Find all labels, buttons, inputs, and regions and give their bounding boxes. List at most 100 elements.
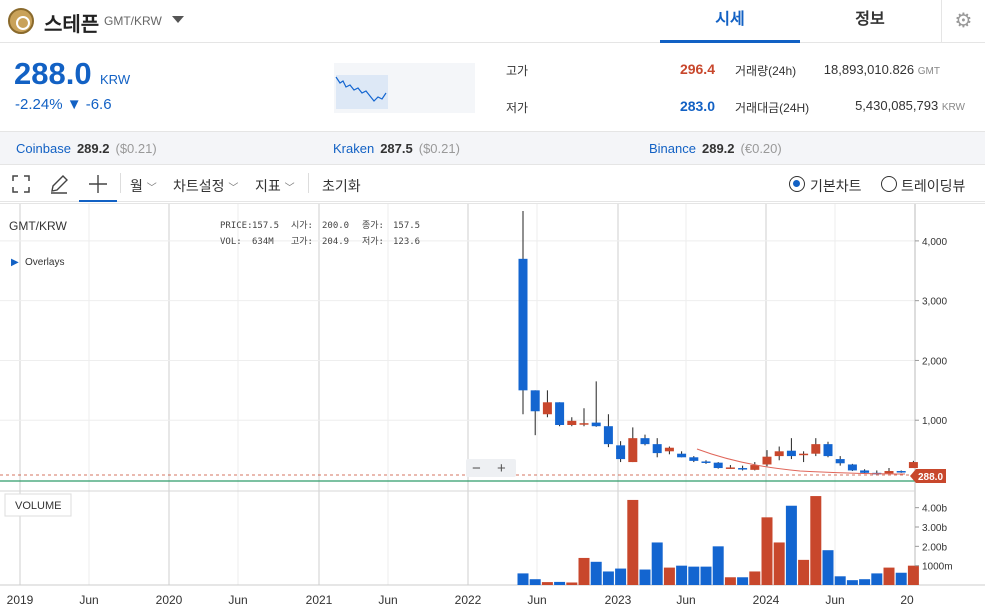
pencil-icon[interactable]: [49, 174, 69, 194]
x-tick-label: 2023: [605, 593, 632, 607]
info-high: 204.9: [322, 237, 349, 247]
candle-body: [847, 464, 857, 471]
exchange-diff: (€0.20): [740, 141, 782, 156]
coin-name[interactable]: 스테픈: [44, 8, 99, 37]
exchange-kraken[interactable]: Kraken 287.5 ($0.21): [333, 141, 460, 156]
exchange-coinbase[interactable]: Coinbase 289.2 ($0.21): [16, 141, 157, 156]
candle-body: [689, 457, 699, 461]
exchange-price: 289.2: [76, 141, 110, 156]
volume-bar: [907, 565, 919, 585]
zoom-out-button[interactable]: −: [472, 460, 481, 477]
candle-body: [640, 438, 650, 445]
chart-area[interactable]: GMT/KRW ▶ Overlays PRICE: 157.5 시가: 200.…: [0, 203, 985, 616]
price-change: -2.24% ▼ -6.6: [15, 96, 112, 113]
price-tag-label: 288.0: [918, 472, 943, 483]
y-tick-label: 2,000: [922, 356, 947, 367]
interval-label: 월: [130, 178, 143, 194]
chevron-down-icon: ﹀: [146, 183, 157, 194]
coin-logo-icon: [8, 8, 34, 34]
candle-body: [835, 459, 845, 464]
candle-body: [579, 423, 589, 425]
interval-select[interactable]: 월 ﹀: [130, 176, 157, 196]
volume-bar: [676, 565, 688, 585]
candle-body: [786, 450, 796, 457]
current-price: 288.0: [14, 56, 92, 91]
info-open-label: 시가:: [291, 220, 313, 231]
mini-chart-highlight: [336, 75, 388, 109]
chevron-down-icon[interactable]: [172, 16, 184, 23]
tradingview-radio[interactable]: [881, 176, 897, 192]
info-price: 157.5: [252, 221, 279, 231]
low-label: 저가: [506, 101, 529, 115]
volume-bar: [590, 561, 602, 585]
chart-toolbar: 월 ﹀ 차트설정 ﹀ 지표 ﹀ 초기화 기본차트 트레이딩뷰: [0, 164, 985, 202]
volume-tick-label: 2.00b: [922, 542, 947, 553]
info-low-label: 저가:: [362, 236, 384, 247]
toolbar-divider: [120, 173, 121, 193]
volume-bar: [895, 572, 907, 585]
volume-value: 18,893,010.826 GMT: [790, 62, 940, 77]
candle-body: [628, 438, 638, 463]
candle-body: [884, 471, 894, 474]
overlays-label[interactable]: Overlays: [25, 257, 64, 268]
price-unit: KRW: [100, 72, 131, 87]
volume-bar: [602, 571, 614, 585]
volume-bar: [554, 581, 566, 585]
volume-bar: [859, 579, 871, 585]
coin-pair[interactable]: GMT/KRW: [104, 14, 162, 28]
candle-body: [616, 445, 626, 460]
volume-bar: [578, 557, 590, 585]
y-tick-label: 1,000: [922, 416, 947, 427]
volume-bar: [627, 499, 639, 585]
reset-button[interactable]: 초기화: [322, 176, 361, 196]
volume-bars: [517, 496, 919, 585]
tab-info[interactable]: 정보: [800, 0, 940, 43]
change-amount: ▼ -6.6: [66, 96, 112, 113]
volume-bar: [810, 496, 822, 585]
basic-chart-label[interactable]: 기본차트: [810, 176, 862, 196]
price-chart[interactable]: GMT/KRW ▶ Overlays PRICE: 157.5 시가: 200.…: [0, 203, 985, 616]
info-close: 157.5: [393, 221, 420, 231]
overlays-toggle-icon[interactable]: ▶: [11, 257, 19, 268]
info-vol: 634M: [252, 237, 274, 247]
high-value: 296.4: [679, 61, 715, 77]
x-tick-label: Jun: [825, 593, 844, 607]
volume-bar: [639, 569, 651, 585]
chart-settings-select[interactable]: 차트설정 ﹀: [173, 176, 238, 196]
volume-bar: [724, 577, 736, 585]
crosshair-tool[interactable]: [79, 165, 117, 202]
zoom-in-button[interactable]: +: [497, 460, 506, 477]
x-tick-label: Jun: [378, 593, 397, 607]
indicators-label: 지표: [255, 178, 281, 194]
volume-bar: [846, 580, 858, 585]
candle-body: [811, 444, 821, 454]
candle-body: [725, 467, 735, 469]
volume-bar: [712, 546, 724, 585]
chevron-down-icon: ﹀: [284, 183, 295, 194]
info-open: 200.0: [322, 221, 349, 231]
volume-label: VOLUME: [15, 500, 61, 512]
x-tick-label: Jun: [228, 593, 247, 607]
candle-body: [896, 471, 906, 473]
exchange-name: Binance: [649, 141, 696, 156]
basic-chart-radio[interactable]: [789, 176, 805, 192]
tab-quote[interactable]: 시세: [660, 0, 800, 43]
tradingview-label[interactable]: 트레이딩뷰: [901, 176, 965, 196]
fullscreen-icon[interactable]: [12, 175, 30, 193]
indicators-select[interactable]: 지표 ﹀: [255, 176, 295, 196]
x-tick-label: 2022: [455, 593, 482, 607]
candle-body: [555, 402, 565, 426]
volume-bar: [700, 566, 712, 585]
amount-unit: KRW: [941, 102, 965, 113]
x-tick-label: Jun: [527, 593, 546, 607]
candle-body: [603, 426, 613, 445]
candle-body: [652, 444, 662, 454]
volume-bar: [566, 582, 578, 585]
exchange-binance[interactable]: Binance 289.2 (€0.20): [649, 141, 782, 156]
mini-chart: [334, 63, 475, 113]
candle-body: [701, 461, 711, 463]
volume-bar: [688, 566, 700, 585]
gear-icon[interactable]: ⚙: [941, 0, 985, 43]
exchange-price: 287.5: [380, 141, 413, 156]
y-axis: 4,000 3,000 2,000 1,000: [915, 237, 947, 427]
